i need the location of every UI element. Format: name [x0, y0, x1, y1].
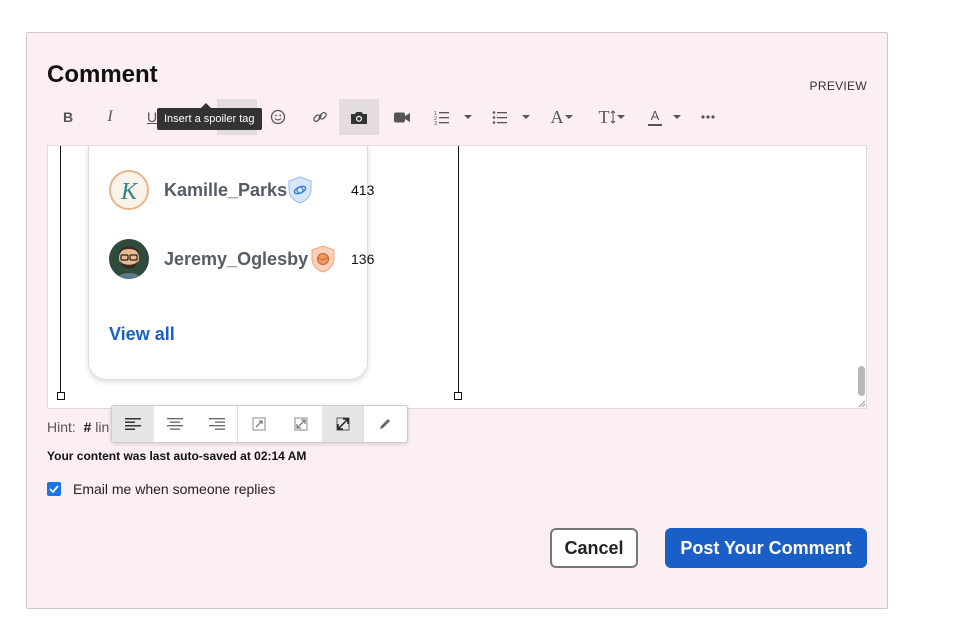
leaderboard-username[interactable]: Jeremy_Oglesby: [164, 249, 308, 270]
chevron-down-icon: [564, 115, 573, 119]
autosave-status: Your content was last auto-saved at 02:1…: [47, 449, 307, 463]
italic-icon: I: [107, 108, 113, 125]
bold-button[interactable]: B: [47, 99, 89, 135]
list-item: Jeremy_Oglesby 136: [109, 239, 374, 281]
insert-video-button[interactable]: [381, 99, 423, 135]
font-family-icon: A: [550, 106, 564, 127]
link-icon: [313, 111, 327, 123]
view-all-link[interactable]: View all: [109, 324, 175, 345]
embedded-image-frame[interactable]: K Kamille_Parks 413 Jeremy_Oglesby 136 V…: [57, 146, 462, 400]
bulleted-list-icon: [492, 111, 530, 124]
align-left-button[interactable]: [112, 406, 154, 442]
svg-text:K: K: [120, 179, 139, 205]
numbered-list-icon: 123: [434, 111, 472, 125]
video-icon: [394, 112, 410, 122]
size-medium-button[interactable]: [280, 406, 322, 442]
camera-icon: [351, 111, 367, 124]
post-comment-button[interactable]: Post Your Comment: [665, 528, 867, 568]
insert-image-button[interactable]: [339, 99, 379, 135]
leaderboard-count: 136: [351, 251, 375, 267]
italic-button[interactable]: I: [89, 99, 131, 135]
chevron-down-icon: [673, 115, 681, 119]
size-large-button[interactable]: [322, 406, 364, 442]
more-options-button[interactable]: [693, 99, 723, 135]
underline-icon: U: [146, 109, 158, 125]
image-alignment-toolbar: [111, 405, 408, 443]
numbered-list-button[interactable]: 123: [425, 99, 483, 135]
expand-large-icon: [336, 417, 349, 431]
more-icon: [701, 115, 715, 119]
text-size-icon: T: [598, 106, 610, 127]
pencil-icon: [380, 419, 390, 429]
font-family-button[interactable]: A: [541, 99, 583, 135]
size-small-button[interactable]: [238, 406, 280, 442]
bold-icon: B: [62, 109, 74, 125]
emoji-button[interactable]: [257, 99, 299, 135]
emoji-icon: [270, 109, 286, 125]
page-title: Comment: [47, 61, 158, 88]
edit-image-button[interactable]: [364, 406, 406, 442]
font-color-icon: A: [648, 109, 662, 126]
font-color-button[interactable]: A: [641, 99, 689, 135]
align-right-icon: [208, 418, 225, 430]
leaderboard-count: 413: [351, 182, 375, 198]
spoiler-tooltip: Insert a spoiler tag: [157, 103, 262, 130]
leaderboard-username[interactable]: Kamille_Parks: [164, 180, 287, 201]
list-item: K Kamille_Parks 413: [109, 170, 374, 212]
resize-handle[interactable]: [454, 392, 462, 400]
expand-small-icon: [252, 417, 266, 431]
chevron-down-icon: [616, 115, 625, 119]
rank-badge-icon: [310, 245, 336, 273]
svg-text:3: 3: [434, 121, 437, 125]
expand-medium-icon: [294, 417, 308, 431]
editor-resize-grip-icon[interactable]: [856, 398, 866, 408]
email-reply-label[interactable]: Email me when someone replies: [73, 481, 275, 497]
resize-handle[interactable]: [57, 392, 65, 400]
email-reply-option[interactable]: Email me when someone replies: [47, 479, 275, 499]
leaderboard-card: K Kamille_Parks 413 Jeremy_Oglesby 136 V…: [88, 146, 374, 380]
align-center-icon: [167, 418, 183, 430]
avatar: K: [109, 170, 149, 210]
hint-text: Hint: # lin: [47, 419, 110, 435]
email-reply-checkbox[interactable]: [47, 482, 61, 496]
bulleted-list-button[interactable]: [483, 99, 541, 135]
comment-editor[interactable]: K Kamille_Parks 413 Jeremy_Oglesby 136 V…: [47, 145, 867, 409]
checkmark-icon: [49, 485, 59, 493]
align-center-button[interactable]: [154, 406, 196, 442]
rank-badge-icon: [287, 176, 313, 204]
editor-toolbar: B I U S 123 A T A: [47, 99, 727, 135]
preview-link[interactable]: PREVIEW: [810, 79, 867, 93]
text-size-button[interactable]: T: [589, 99, 635, 135]
avatar: [109, 239, 149, 279]
link-button[interactable]: [299, 99, 341, 135]
comment-panel: Comment PREVIEW B I U S 123 A T: [26, 32, 888, 609]
cancel-button[interactable]: Cancel: [550, 528, 638, 568]
align-left-icon: [125, 418, 141, 430]
editor-scrollbar[interactable]: [858, 366, 865, 396]
align-right-button[interactable]: [196, 406, 238, 442]
